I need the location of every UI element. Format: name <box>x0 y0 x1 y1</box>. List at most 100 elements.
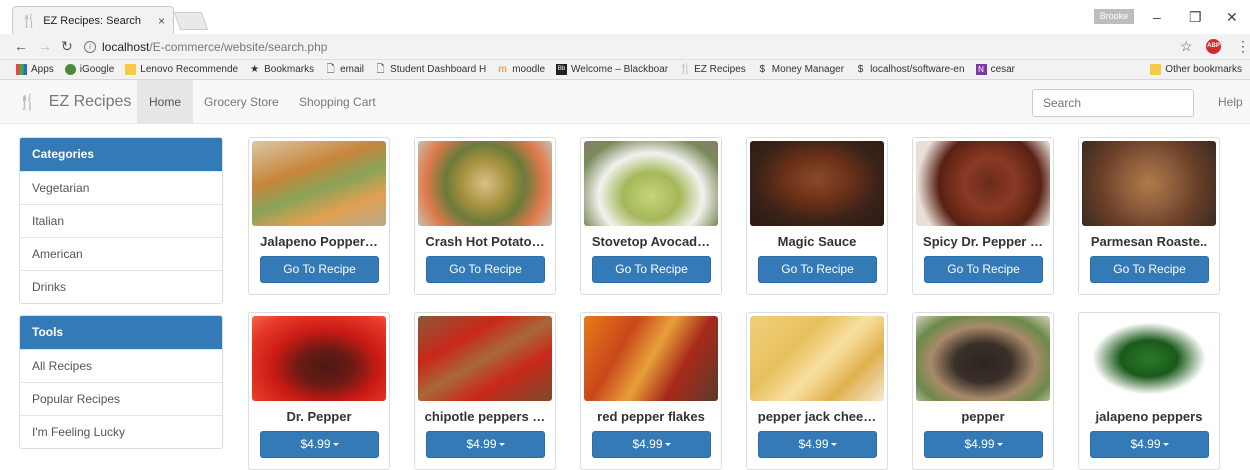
tool-popular-recipes[interactable]: Popular Recipes <box>20 382 222 415</box>
recipe-card: Parmesan Roaste.. Go To Recipe <box>1078 137 1220 295</box>
recipe-image-sauce-pan[interactable] <box>750 141 884 226</box>
moodle-icon: m <box>498 64 507 75</box>
site-brand[interactable]: 🍴 EZ Recipes <box>18 93 131 111</box>
grocery-name: jalapeno peppers <box>1095 409 1203 424</box>
recipe-card: Spicy Dr. Pepper … Go To Recipe <box>912 137 1054 295</box>
bookmark-ez-recipes[interactable]: 🍴 EZ Recipes <box>679 64 746 75</box>
recipe-image-roasted-potatoes[interactable] <box>1082 141 1216 226</box>
adblock-icon[interactable]: ABP <box>1206 39 1221 54</box>
bookmark-apps[interactable]: Apps <box>16 64 54 75</box>
nav-home[interactable]: Home <box>137 80 194 124</box>
maximize-icon[interactable]: ❐ <box>1189 9 1202 26</box>
bookmark-star-icon[interactable]: ☆ <box>1180 38 1193 55</box>
recipe-card: Jalapeno Popper… Go To Recipe <box>248 137 390 295</box>
grocery-card: red pepper flakes $4.99 <box>580 312 722 470</box>
onenote-icon: N <box>975 64 987 75</box>
apps-icon <box>16 64 27 75</box>
bookmark-money-manager[interactable]: $ Money Manager <box>757 64 845 75</box>
bookmark-blackboard[interactable]: Bb Welcome – Blackboar <box>556 64 668 75</box>
grocery-image-soda-glass[interactable] <box>252 316 386 401</box>
price-dropdown-button[interactable]: $4.99 <box>260 431 379 458</box>
fork-knife-icon: 🍴 <box>18 94 37 111</box>
categories-panel: Categories Vegetarian Italian American D… <box>19 137 223 304</box>
recipe-card: Magic Sauce Go To Recipe <box>746 137 888 295</box>
forward-arrow-icon[interactable]: → <box>38 38 52 54</box>
search-input[interactable] <box>1032 89 1194 117</box>
reload-icon[interactable]: ↻ <box>61 38 73 55</box>
grocery-image-jalapenos[interactable] <box>1082 316 1216 401</box>
grocery-image-spice-piles[interactable] <box>584 316 718 401</box>
browser-menu-icon[interactable]: ⋮ <box>1236 38 1250 55</box>
browser-tab[interactable]: 🍴 EZ Recipes: Search × <box>12 6 174 34</box>
grocery-name: red pepper flakes <box>597 409 705 424</box>
recipe-image-crash-potatoes[interactable] <box>418 141 552 226</box>
dollar-icon: $ <box>857 64 864 75</box>
tools-title: Tools <box>20 316 222 349</box>
recipe-image-grilled-sandwich[interactable] <box>252 141 386 226</box>
bookmarks-bar: Apps iGoogle Lenovo Recommende ★ Bookmark… <box>0 60 1250 80</box>
bookmark-email[interactable]: 🗋 email <box>325 64 364 75</box>
price-dropdown-button[interactable]: $4.99 <box>592 431 711 458</box>
grocery-name: Dr. Pepper <box>286 409 352 424</box>
recipe-name: Jalapeno Popper… <box>260 234 378 249</box>
back-arrow-icon[interactable]: ← <box>14 38 28 54</box>
recipe-image-avocado-pasta[interactable] <box>584 141 718 226</box>
tab-close-button[interactable]: × <box>158 14 165 28</box>
grocery-card: Dr. Pepper $4.99 <box>248 312 390 470</box>
url-field[interactable]: i localhost/E-commerce/website/search.ph… <box>84 37 1194 57</box>
grocery-card: pepper $4.99 <box>912 312 1054 470</box>
bookmark-localhost[interactable]: $ localhost/software-en <box>855 64 965 75</box>
category-italian[interactable]: Italian <box>20 204 222 237</box>
tools-panel: Tools All Recipes Popular Recipes I'm Fe… <box>19 315 223 449</box>
brand-name: EZ Recipes <box>48 93 132 110</box>
bookmark-lenovo[interactable]: Lenovo Recommende <box>125 64 238 75</box>
help-link[interactable]: Help <box>1218 80 1243 124</box>
bookmark-igoogle[interactable]: iGoogle <box>64 64 114 75</box>
tool-all-recipes[interactable]: All Recipes <box>20 349 222 382</box>
price-dropdown-button[interactable]: $4.99 <box>758 431 877 458</box>
go-to-recipe-button[interactable]: Go To Recipe <box>924 256 1043 283</box>
go-to-recipe-button[interactable]: Go To Recipe <box>592 256 711 283</box>
recipe-name: Spicy Dr. Pepper … <box>923 234 1043 249</box>
grocery-image-peppercorns[interactable] <box>916 316 1050 401</box>
price-dropdown-button[interactable]: $4.99 <box>426 431 545 458</box>
go-to-recipe-button[interactable]: Go To Recipe <box>1090 256 1209 283</box>
category-vegetarian[interactable]: Vegetarian <box>20 171 222 204</box>
bookmark-student-dashboard[interactable]: 🗋 Student Dashboard H <box>375 64 487 75</box>
recipe-image-pulled-pork[interactable] <box>916 141 1050 226</box>
fork-knife-icon: 🍴 <box>679 64 692 75</box>
star-icon: ★ <box>250 64 260 75</box>
bookmark-moodle[interactable]: m moodle <box>497 64 545 75</box>
price-dropdown-button[interactable]: $4.99 <box>924 431 1043 458</box>
nav-shopping-cart[interactable]: Shopping Cart <box>287 80 388 124</box>
go-to-recipe-button[interactable]: Go To Recipe <box>758 256 877 283</box>
category-drinks[interactable]: Drinks <box>20 270 222 303</box>
go-to-recipe-button[interactable]: Go To Recipe <box>260 256 379 283</box>
go-to-recipe-button[interactable]: Go To Recipe <box>426 256 545 283</box>
grocery-card: jalapeno peppers $4.99 <box>1078 312 1220 470</box>
recipe-name: Stovetop Avocad… <box>591 234 711 249</box>
page-icon: 🗋 <box>326 64 335 75</box>
new-tab-button[interactable] <box>173 12 209 30</box>
price-dropdown-button[interactable]: $4.99 <box>1090 431 1209 458</box>
caret-down-icon <box>996 443 1003 447</box>
recipe-name: Parmesan Roaste.. <box>1090 234 1208 249</box>
category-american[interactable]: American <box>20 237 222 270</box>
grocery-name: chipotle peppers … <box>424 409 546 424</box>
bookmark-bookmarks[interactable]: ★ Bookmarks <box>249 64 314 75</box>
tool-feeling-lucky[interactable]: I'm Feeling Lucky <box>20 415 222 448</box>
dollar-icon: $ <box>759 64 766 75</box>
nav-grocery-store[interactable]: Grocery Store <box>192 80 291 124</box>
recipe-card: Crash Hot Potato… Go To Recipe <box>414 137 556 295</box>
recipe-name: Magic Sauce <box>777 234 857 249</box>
folder-icon <box>1150 64 1162 75</box>
info-icon[interactable]: i <box>84 41 96 53</box>
bookmark-cesar[interactable]: Ncesar <box>975 64 1015 75</box>
minimize-icon[interactable]: – <box>1153 9 1161 25</box>
user-profile-badge[interactable]: Brooke <box>1094 9 1134 24</box>
grocery-name: pepper <box>961 409 1005 424</box>
grocery-image-cheese[interactable] <box>750 316 884 401</box>
other-bookmarks[interactable]: Other bookmarks <box>1150 64 1242 75</box>
close-window-icon[interactable]: ✕ <box>1226 9 1238 26</box>
grocery-image-chili-peppers[interactable] <box>418 316 552 401</box>
